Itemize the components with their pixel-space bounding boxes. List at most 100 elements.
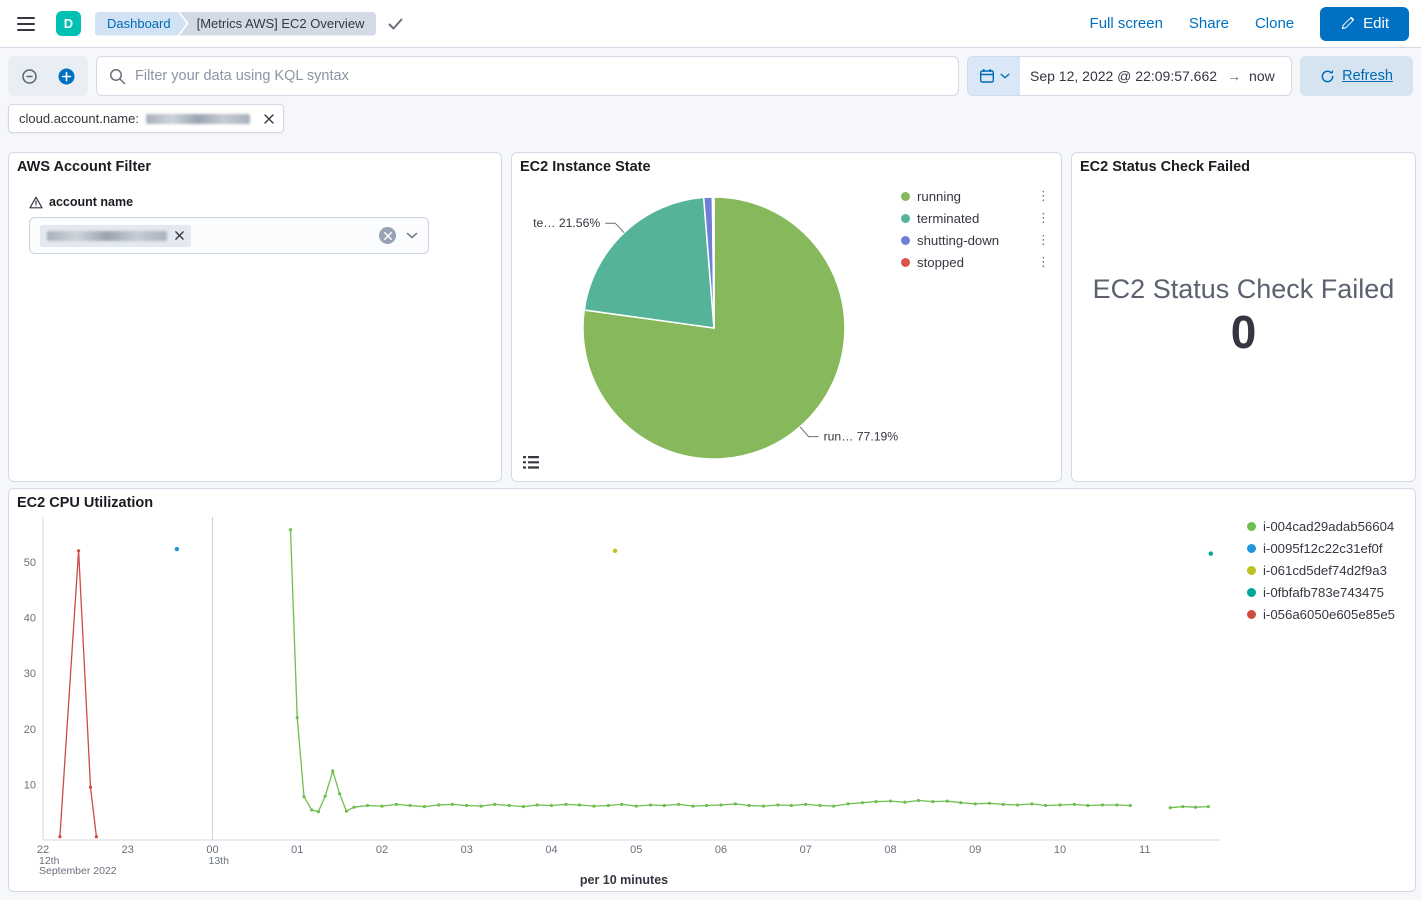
- selected-account-pill: [40, 225, 191, 247]
- series-point: [423, 805, 426, 808]
- line-legend-item[interactable]: i-004cad29adab56604: [1247, 515, 1395, 537]
- series-point: [875, 800, 878, 803]
- pie-legend-item[interactable]: running⋮: [901, 185, 1053, 207]
- series-point: [1086, 804, 1089, 807]
- y-tick-label: 10: [24, 779, 36, 791]
- legend-actions-icon[interactable]: ⋮: [1034, 254, 1053, 270]
- series-point: [1129, 804, 1132, 807]
- y-tick-label: 40: [24, 613, 36, 625]
- series-point: [508, 804, 511, 807]
- breadcrumb: Dashboard [Metrics AWS] EC2 Overview: [95, 12, 376, 36]
- series-point: [677, 803, 680, 806]
- series-point: [889, 800, 892, 803]
- legend-color-dot: [901, 192, 910, 201]
- legend-color-dot: [1247, 610, 1256, 619]
- series-point: [1169, 806, 1172, 809]
- account-name-combobox[interactable]: [29, 217, 429, 254]
- series-point: [649, 803, 652, 806]
- series-point: [95, 835, 98, 838]
- legend-actions-icon[interactable]: ⋮: [1034, 188, 1053, 204]
- x-tick-label: 03: [461, 844, 473, 856]
- fullscreen-button[interactable]: Full screen: [1090, 15, 1163, 32]
- kql-search-input[interactable]: [135, 68, 946, 84]
- filter-pill-remove-button[interactable]: [257, 107, 281, 131]
- query-toolbar: Sep 12, 2022 @ 22:09:57.662 → now Refres…: [8, 56, 1413, 96]
- series-point: [578, 803, 581, 806]
- series-point: [734, 802, 737, 805]
- search-icon: [109, 68, 126, 85]
- filter-pill-field: cloud.account.name:: [19, 111, 139, 126]
- menu-button[interactable]: [8, 6, 44, 42]
- date-picker-group: Sep 12, 2022 @ 22:09:57.662 → now: [967, 56, 1292, 96]
- clone-button[interactable]: Clone: [1255, 15, 1294, 32]
- saved-check-icon: [388, 18, 403, 30]
- series-point: [302, 795, 305, 798]
- line-legend-item[interactable]: i-0fbfafb783e743475: [1247, 581, 1395, 603]
- series-point: [310, 808, 313, 811]
- series-point: [620, 803, 623, 806]
- refresh-button[interactable]: Refresh: [1300, 56, 1413, 96]
- series-point: [819, 804, 822, 807]
- series-line-i-004cad29adab56604: [291, 530, 1131, 812]
- space-avatar[interactable]: D: [56, 11, 81, 36]
- metric-label: EC2 Status Check Failed: [1093, 274, 1395, 305]
- series-point: [1101, 803, 1104, 806]
- series-point: [89, 786, 92, 789]
- pie-callout-label: te… 21.56%: [533, 216, 600, 230]
- date-end-value[interactable]: now: [1241, 68, 1287, 84]
- pie-legend-item[interactable]: stopped ⋮: [901, 251, 1053, 273]
- line-legend-item[interactable]: i-056a6050e605e85e5: [1247, 603, 1395, 625]
- series-point: [847, 802, 850, 805]
- close-icon: [384, 232, 392, 240]
- legend-actions-icon[interactable]: ⋮: [1034, 210, 1053, 226]
- legend-color-dot: [901, 236, 910, 245]
- add-filter-button[interactable]: [51, 60, 83, 92]
- series-point: [1002, 803, 1005, 806]
- date-range-arrow-icon: →: [1227, 68, 1241, 84]
- legend-label: stopped: [917, 255, 964, 270]
- line-legend-item[interactable]: i-0095f12c22c31ef0f: [1247, 537, 1395, 559]
- pie-slice-terminated[interactable]: [584, 197, 714, 328]
- line-legend: i-004cad29adab56604i-0095f12c22c31ef0fi-…: [1247, 515, 1395, 625]
- panel-ec2-cpu-utilization: EC2 CPU Utilization 10203040502223000102…: [8, 488, 1416, 892]
- series-point: [1073, 803, 1076, 806]
- legend-label: terminated: [917, 211, 979, 226]
- pie-callout-label: run… 77.19%: [824, 430, 899, 444]
- date-start-value[interactable]: Sep 12, 2022 @ 22:09:57.662: [1020, 68, 1227, 84]
- filter-options-button[interactable]: [13, 60, 45, 92]
- filter-pill-cloud-account-name[interactable]: cloud.account.name:: [8, 104, 284, 133]
- series-point: [592, 805, 595, 808]
- close-icon: [175, 231, 184, 240]
- legend-actions-icon[interactable]: ⋮: [1034, 232, 1053, 248]
- series-point: [832, 805, 835, 808]
- series-line-i-056a6050e605e85e5: [60, 551, 97, 837]
- x-tick-label: 09: [969, 844, 981, 856]
- pie-legend: running⋮terminated⋮shutting-down⋮stopped…: [901, 185, 1053, 273]
- chevron-down-icon[interactable]: [406, 232, 418, 239]
- legend-toggle-button[interactable]: [520, 451, 542, 473]
- series-point: [77, 549, 80, 552]
- series-point: [366, 804, 369, 807]
- series-point: [437, 803, 440, 806]
- x-tick-label: 11: [1139, 844, 1150, 856]
- remove-selected-account-button[interactable]: [175, 231, 184, 240]
- legend-label: i-004cad29adab56604: [1263, 519, 1394, 534]
- pie-legend-item[interactable]: terminated ⋮: [901, 207, 1053, 229]
- line-legend-item[interactable]: i-061cd5def74d2f9a3: [1247, 559, 1395, 581]
- series-point: [317, 810, 320, 813]
- date-quick-select-button[interactable]: [968, 57, 1020, 95]
- pie-legend-item[interactable]: shutting-down⋮: [901, 229, 1053, 251]
- breadcrumb-dashboard[interactable]: Dashboard: [95, 12, 187, 36]
- series-point: [175, 547, 179, 551]
- share-button[interactable]: Share: [1189, 15, 1229, 32]
- breadcrumb-current[interactable]: [Metrics AWS] EC2 Overview: [180, 12, 377, 36]
- line-chart: 1020304050222300010203040506070809101112…: [9, 511, 1239, 893]
- filter-circle-icon: [21, 68, 38, 85]
- hamburger-icon: [17, 17, 35, 31]
- edit-button[interactable]: Edit: [1320, 7, 1409, 41]
- series-point: [613, 549, 617, 553]
- calendar-icon: [979, 68, 995, 84]
- clear-selection-button[interactable]: [379, 227, 396, 244]
- series-point: [564, 803, 567, 806]
- series-point: [1209, 551, 1213, 555]
